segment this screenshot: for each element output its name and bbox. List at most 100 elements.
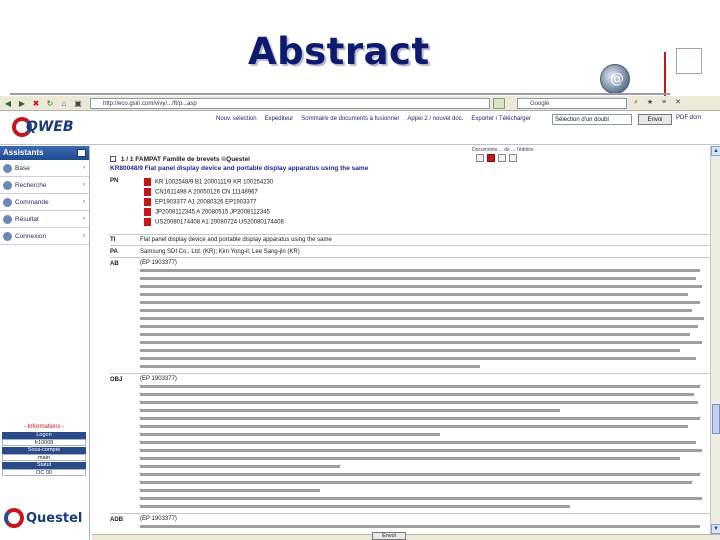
decorative-square [676,48,702,74]
chevron-right-icon: › [83,199,85,205]
sidebar-item-label: Commande [15,198,49,206]
publication-row[interactable]: CN1611498 A 20050126 CN 11148967 [144,188,258,196]
pdf-icon[interactable] [144,218,151,226]
publication-row[interactable]: US20080174408 A1 20080724 US20080174408 [144,218,284,226]
sidebar-item-commande[interactable]: Commande › [0,194,89,211]
format-select[interactable]: Sélection d'un doubl [552,114,632,125]
chevron-right-icon: › [83,165,85,171]
content-scrollbar[interactable]: ▲ ▼ [710,146,720,534]
search-input[interactable]: Google [517,97,627,109]
info-label: Sous-compte [2,447,86,454]
title-text: Flat panel display device and portable d… [140,237,332,243]
bottom-strip [92,534,720,540]
document-toolbar-hint: Documents ... de ... l'édition [472,147,534,153]
search-icon[interactable]: ⌕ [631,98,641,108]
document-header-text: 1 / 1 FAMPAT Famille de brevets ©Questel [120,156,250,163]
sidebar-item-base[interactable]: Base › [0,160,89,177]
info-value: main [2,454,86,461]
top-menu-item[interactable]: Appel 2 / nouvel doc. [407,116,463,122]
info-label: Statut [2,462,86,469]
info-value: OC 00 [2,469,86,476]
connection-icon [3,231,12,241]
top-menu: Nouv. sélection Expéditeur Sommaire de d… [216,116,531,122]
pdf-icon[interactable] [487,154,495,162]
sidebar-item-label: Connexion [15,232,47,240]
back-icon[interactable]: ◀ [2,97,14,109]
document-title[interactable]: KR80048/9 Flat panel display device and … [110,165,368,172]
send-button[interactable]: Envoi [638,114,672,125]
publication-row[interactable]: EP1903377 A1 20080326 EP1903377 [144,198,256,206]
info-panel: - Informations - Logon fr10008 Sous-comp… [2,424,86,476]
document-tools [476,154,517,162]
sidebar-item-label: Résultat [15,215,39,223]
decorative-red-line [664,52,666,96]
command-icon [3,197,12,207]
info-title: - Informations - [23,424,65,430]
go-button[interactable] [493,97,505,109]
close-icon[interactable]: ✕ [673,98,683,108]
app-header: QWEB Nouv. sélection Expéditeur Sommaire… [0,111,720,145]
chevron-right-icon: › [83,216,85,222]
pdf-icon[interactable] [144,188,151,196]
pdf-link[interactable]: PDF dcm [676,115,701,121]
email-icon[interactable] [509,154,517,162]
document-header: 1 / 1 FAMPAT Famille de brevets ©Questel [110,156,250,163]
refresh-icon[interactable]: ↻ [44,97,56,109]
slide-title: Abstract [248,30,430,73]
sidebar-header: Assistants [0,146,89,160]
print-icon[interactable] [498,154,506,162]
sidebar-item-label: Base [15,164,30,172]
sidebar-item-connexion[interactable]: Connexion › [0,228,89,245]
top-menu-item[interactable]: Exporter / Télécharger [471,116,531,122]
qweb-logo-text: QWEB [26,119,74,135]
chevron-right-icon: › [83,182,85,188]
sidebar-item-resultat[interactable]: Résultat › [0,211,89,228]
address-bar[interactable]: http://eco.gsiri.com/vivy/.../ft/p...asp [90,97,490,109]
pdf-icon[interactable] [144,208,151,216]
pdf-icon[interactable] [144,198,151,206]
top-menu-item[interactable]: Sommaire de documents à fusionner [301,116,399,122]
forward-icon[interactable]: ▶ [16,97,28,109]
publication-row[interactable]: KR 1002548/9 B1 2000111/9 KR 100254230 [144,178,273,186]
sidebar-item-recherche[interactable]: Recherche › [0,177,89,194]
field-tag-ti: TI [110,237,116,243]
info-label: Logon [2,432,86,439]
info-value: fr10008 [2,439,86,446]
search-icon [3,180,12,190]
pdf-icon[interactable] [144,178,151,186]
questel-logo-text: Questel [26,511,83,526]
base-icon [3,163,12,173]
field-tag-adb: ADB [110,517,123,523]
divider [110,373,710,374]
sidebar-item-label: Recherche [15,181,47,189]
menu-icon[interactable]: ≡ [659,98,669,108]
questel-logo-ring-icon [4,508,24,528]
object-source: (EP 1903377) [140,376,177,382]
divider [110,245,710,246]
stop-icon[interactable]: ✖ [30,97,42,109]
advantage-block: (EP 1903377) [140,515,700,531]
publication-row[interactable]: JP2008112345 A 20080515 JP2008112345 [144,208,270,216]
export-icon[interactable] [476,154,484,162]
result-icon [3,214,12,224]
at-sign-globe-icon: @ [600,64,630,94]
field-tag-obj: OBJ [110,377,123,383]
top-menu-item[interactable]: Expéditeur [265,116,294,122]
scroll-down-icon[interactable]: ▼ [711,524,720,534]
questel-logo: Questel [4,506,88,530]
bottom-send-button[interactable]: Envoi [372,532,406,540]
bookmark-icon[interactable]: ★ [645,98,655,108]
top-menu-item[interactable]: Nouv. sélection [216,116,257,122]
scroll-up-icon[interactable]: ▲ [711,146,720,156]
abstract-source: (EP 1903377) [140,260,177,266]
abstract-block: (EP 1903377) [140,259,704,371]
select-checkbox[interactable] [110,156,116,163]
print-icon[interactable]: ▣ [72,97,84,109]
scroll-thumb[interactable] [712,404,720,434]
home-icon[interactable]: ⌂ [58,97,70,109]
sidebar-close-icon[interactable] [77,149,86,157]
divider [110,513,710,514]
assistants-sidebar: Assistants Base › Recherche › Commande ›… [0,146,90,540]
object-block: (EP 1903377) [140,375,702,511]
title-underline [10,93,670,95]
